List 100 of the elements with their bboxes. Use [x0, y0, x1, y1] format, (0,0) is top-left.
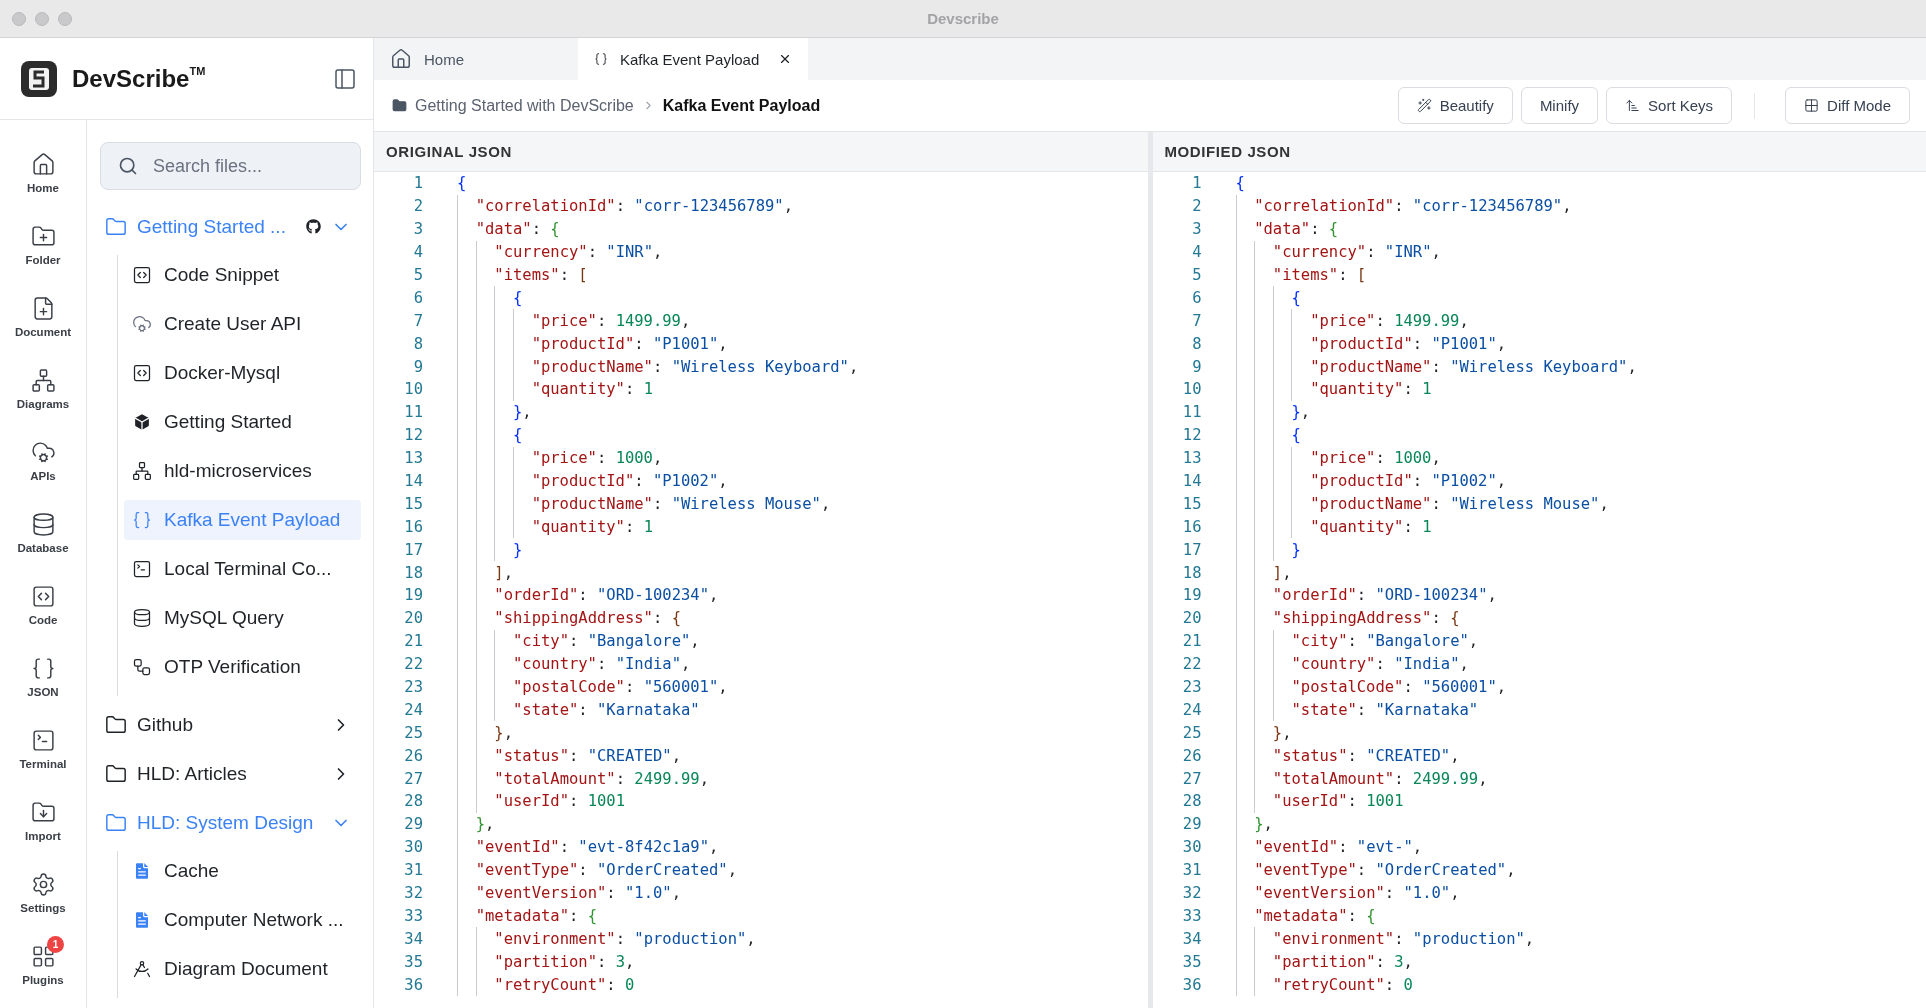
- code-line: "postalCode": "560001",: [457, 675, 728, 699]
- code-line: "eventVersion": "1.0",: [1235, 881, 1460, 905]
- window-close-button[interactable]: [12, 11, 26, 26]
- code-line: {: [457, 423, 523, 447]
- close-icon[interactable]: [778, 52, 792, 66]
- code-line: "productName": "Wireless Keyboard",: [457, 355, 859, 378]
- line-number: 16: [403, 517, 423, 536]
- code-line: "shippingAddress": {: [1235, 606, 1460, 630]
- code-line: "price": 1499.99,: [1235, 309, 1469, 333]
- line-number: 11: [1181, 403, 1202, 422]
- file-tree-item[interactable]: OTP Verification: [124, 647, 361, 687]
- line-number: 17: [403, 540, 423, 559]
- line-number: 1: [412, 174, 423, 193]
- code-line: "productName": "Wireless Mouse",: [457, 492, 831, 516]
- toolbar-button[interactable]: Beautify: [1397, 87, 1513, 124]
- code-line: "price": 1000,: [1235, 446, 1441, 470]
- code-line: "metadata": {: [457, 904, 597, 928]
- sidebar-nav-button[interactable]: Database: [5, 504, 81, 562]
- code-line: "partition": 3,: [1235, 950, 1413, 974]
- code-line: "state": "Karnataka": [457, 698, 700, 722]
- line-number: 35: [403, 952, 423, 971]
- code-line: "retryCount": 0: [1235, 973, 1413, 997]
- sidebar-nav-button[interactable]: Code: [5, 576, 81, 634]
- file-tree-item[interactable]: Getting Started: [124, 402, 361, 442]
- line-number: 20: [403, 609, 423, 628]
- line-number: 6: [412, 288, 423, 307]
- code-line: "price": 1000,: [457, 446, 663, 470]
- window-minimize-button[interactable]: [35, 11, 49, 26]
- code-line: "correlationId": "corr-123456789",: [1235, 194, 1572, 218]
- line-number: 24: [403, 700, 423, 719]
- notification-badge: 1: [47, 936, 64, 953]
- code-line: "productId": "P1002",: [457, 469, 728, 493]
- code-line: "eventVersion": "1.0",: [457, 881, 681, 905]
- code-line: },: [1235, 721, 1292, 745]
- code-line: "currency": "INR",: [457, 240, 663, 264]
- line-number: 13: [403, 449, 423, 468]
- file-tree-item[interactable]: Docker-Mysql: [124, 353, 361, 393]
- file-tree-item[interactable]: hld-microservices: [124, 451, 361, 491]
- line-number: 21: [403, 632, 423, 651]
- line-number: 15: [403, 494, 423, 513]
- code-line: "status": "CREATED",: [1235, 744, 1460, 768]
- line-number: 22: [403, 655, 423, 674]
- folder-tree-item[interactable]: Github: [100, 700, 361, 749]
- sidebar-nav-button[interactable]: APIs: [5, 432, 81, 490]
- editor-tab[interactable]: Kafka Event Payload: [578, 38, 808, 80]
- code-line: "eventId": "evt-8f42c1a9",: [457, 835, 719, 859]
- sidebar-nav-button[interactable]: Plugins 1: [5, 936, 81, 994]
- file-tree-item[interactable]: Code Snippet: [124, 255, 361, 295]
- folder-tree-item[interactable]: Getting Started ...: [100, 202, 361, 251]
- line-number: 9: [412, 357, 423, 376]
- sidebar-nav-button[interactable]: Diagrams: [5, 360, 81, 418]
- database-icon: [30, 512, 56, 537]
- code-line: ],: [1235, 561, 1292, 585]
- line-number: 7: [1191, 311, 1202, 330]
- window-zoom-button[interactable]: [58, 11, 72, 26]
- code-line: "items": [: [457, 263, 588, 287]
- sort-icon: [1625, 98, 1641, 113]
- file-tree-item[interactable]: MySQL Query: [124, 598, 361, 638]
- sidebar-nav-button[interactable]: Document: [5, 288, 81, 346]
- file-tree-item[interactable]: Cache: [124, 851, 361, 891]
- search-field[interactable]: Search files...: [100, 142, 361, 190]
- sidebar-nav-button[interactable]: Home: [5, 144, 81, 202]
- file-tree-item[interactable]: Create User API: [124, 304, 361, 344]
- code-line: "quantity": 1: [1235, 515, 1432, 539]
- line-number: 32: [403, 884, 423, 903]
- line-number: 23: [1181, 678, 1202, 697]
- file-tree-item[interactable]: Computer Network ...: [124, 900, 361, 940]
- folder-tree-item[interactable]: HLD: System Design: [100, 798, 361, 847]
- sidebar-nav-button[interactable]: Folder: [5, 216, 81, 274]
- code-line: {: [1235, 286, 1301, 310]
- sidebar-nav-button[interactable]: Terminal: [5, 720, 81, 778]
- folder-tree-item[interactable]: HLD: Articles: [100, 749, 361, 798]
- code-line: "productName": "Wireless Keyboard",: [1235, 355, 1637, 378]
- breadcrumb-item[interactable]: Getting Started with DevScribe: [415, 96, 634, 115]
- code-line: "partition": 3,: [457, 950, 635, 974]
- toolbar-button[interactable]: Sort Keys: [1606, 87, 1733, 124]
- sidebar-nav-button[interactable]: Import: [5, 792, 81, 850]
- line-number: 2: [412, 197, 423, 216]
- sidebar-nav-button[interactable]: Settings: [5, 864, 81, 922]
- code-line: "country": "India",: [457, 652, 691, 676]
- toolbar-button[interactable]: Diff Mode: [1785, 87, 1910, 124]
- code-line: "quantity": 1: [457, 515, 653, 539]
- folder-down-icon: [30, 800, 56, 825]
- grid-icon: [1804, 98, 1820, 113]
- line-number: 14: [403, 472, 423, 490]
- line-number: 16: [1181, 517, 1202, 536]
- code-line: "productId": "P1001",: [1235, 332, 1507, 356]
- line-number: 30: [403, 838, 423, 857]
- line-number: 21: [1181, 632, 1202, 651]
- file-tree-item[interactable]: Diagram Document: [124, 949, 361, 989]
- file-tree-item[interactable]: Local Terminal Co...: [124, 549, 361, 589]
- sidebar-toggle-icon[interactable]: [333, 66, 357, 91]
- code-line: "environment": "production",: [1235, 927, 1535, 951]
- code-line: "eventType": "OrderCreated",: [1235, 858, 1516, 882]
- toolbar-button[interactable]: Minify: [1520, 87, 1599, 124]
- code-line: {: [457, 286, 523, 310]
- line-number: 24: [1181, 700, 1202, 719]
- code-line: },: [457, 812, 495, 836]
- sidebar-nav-button[interactable]: JSON: [5, 648, 81, 706]
- line-number: 5: [1191, 266, 1202, 284]
